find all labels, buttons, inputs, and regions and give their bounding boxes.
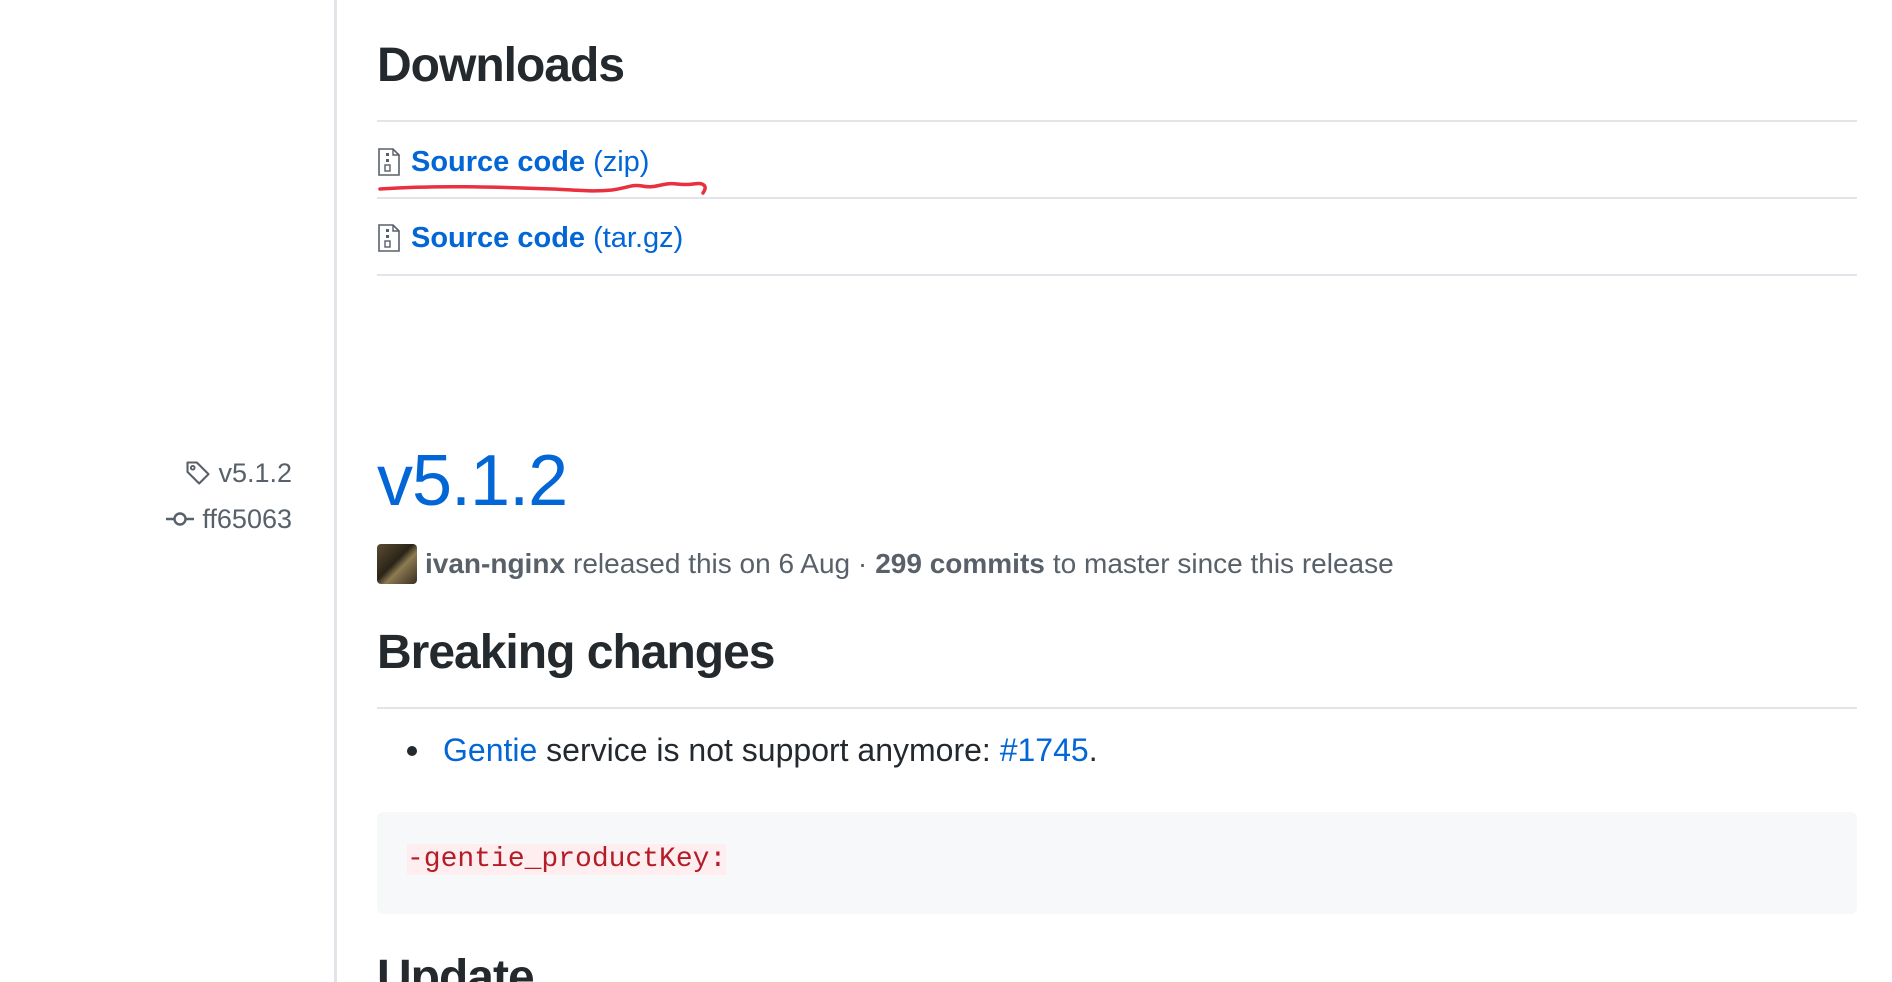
divider	[377, 197, 1857, 199]
release-title[interactable]: v5.1.2	[377, 440, 568, 522]
changes-list: Gentie service is not support anymore: #…	[407, 732, 1098, 769]
commit-icon	[166, 512, 195, 526]
bullet-dot	[407, 745, 417, 756]
tag-icon	[186, 461, 210, 485]
download-targz-ext[interactable]: (tar.gz)	[593, 222, 683, 255]
timeline-divider	[334, 0, 337, 982]
file-zip-icon	[378, 148, 400, 176]
since-text: to master since this release	[1052, 548, 1394, 579]
author-link[interactable]: ivan-nginx	[425, 548, 565, 580]
release-byline: ivan-nginx released this on 6 Aug · 299 …	[377, 544, 1394, 584]
download-targz-label[interactable]: Source code	[411, 222, 585, 255]
list-item: Gentie service is not support anymore: #…	[407, 732, 1098, 769]
avatar[interactable]	[377, 544, 417, 584]
issue-link[interactable]: #1745	[1000, 732, 1089, 769]
download-targz[interactable]: Source code (tar.gz)	[377, 218, 683, 258]
code-deleted-line: -gentie_productKey:	[407, 844, 727, 875]
download-zip-label[interactable]: Source code	[411, 146, 585, 179]
download-zip[interactable]: Source code (zip)	[377, 142, 649, 182]
released-text: released this on 6 Aug ·	[573, 548, 868, 579]
tag-label: v5.1.2	[218, 457, 292, 488]
file-zip-icon	[378, 224, 400, 252]
next-section-heading: Update	[377, 951, 535, 982]
red-underline-annotation	[378, 181, 707, 195]
commit-row[interactable]: ff65063	[92, 496, 292, 542]
divider	[377, 120, 1857, 122]
tag-row[interactable]: v5.1.2	[92, 450, 292, 496]
divider	[377, 274, 1857, 276]
download-zip-ext[interactable]: (zip)	[593, 146, 649, 179]
release-meta: v5.1.2 ff65063	[92, 450, 292, 542]
release-page: v5.1.2 ff65063 Downloads Source code (zi…	[0, 0, 1892, 982]
commits-link[interactable]: 299 commits	[875, 548, 1045, 580]
bullet-end: .	[1088, 732, 1098, 768]
breaking-changes-heading: Breaking changes	[377, 626, 775, 679]
downloads-heading: Downloads	[377, 39, 625, 92]
commit-sha: ff65063	[202, 503, 292, 534]
gentie-link[interactable]: Gentie	[443, 732, 537, 769]
divider	[377, 707, 1857, 709]
bullet-text: service is not support anymore:	[546, 732, 991, 768]
code-block: -gentie_productKey:	[377, 812, 1857, 914]
